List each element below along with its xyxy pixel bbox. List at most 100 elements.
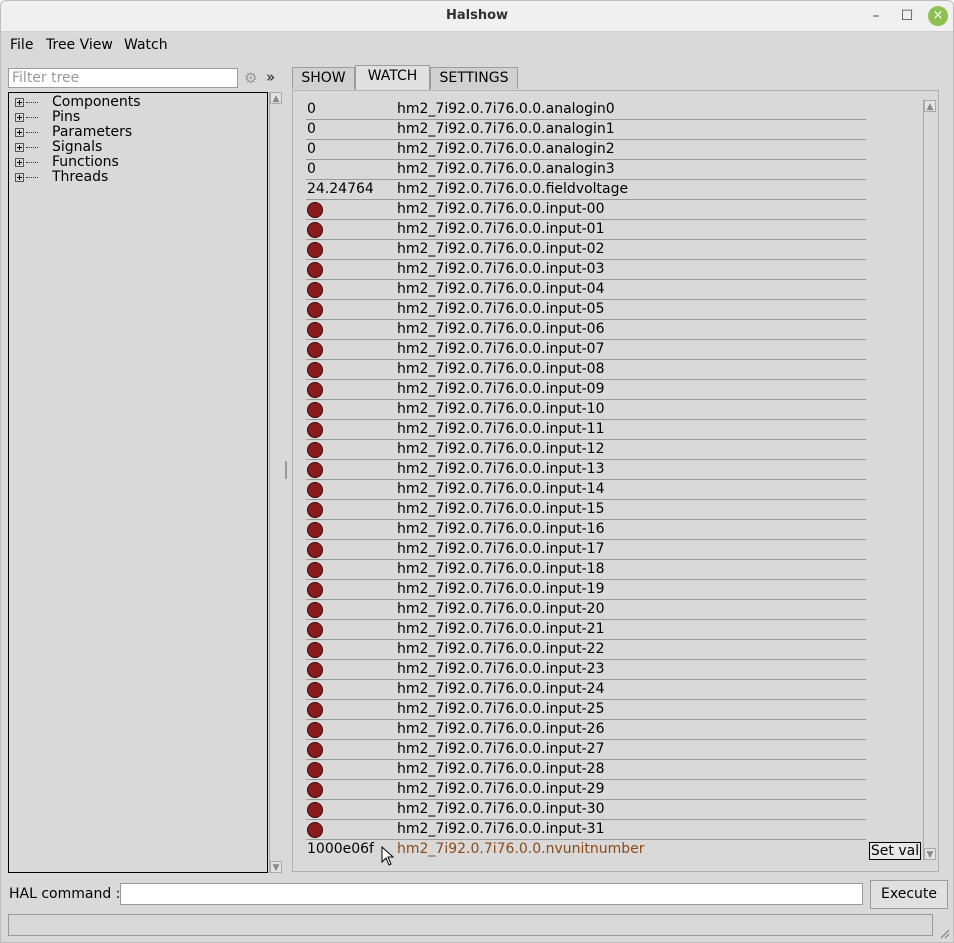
scroll-down-icon[interactable]: ▼ bbox=[270, 861, 282, 873]
watch-row[interactable]: hm2_7i92.0.7i76.0.0.input-24 bbox=[306, 680, 866, 700]
led-indicator-icon bbox=[307, 722, 323, 738]
tree-item-signals[interactable]: Signals bbox=[15, 140, 102, 155]
watch-row[interactable]: hm2_7i92.0.7i76.0.0.input-23 bbox=[306, 660, 866, 680]
watch-pin-name: hm2_7i92.0.7i76.0.0.input-29 bbox=[397, 781, 605, 797]
tree-item-components[interactable]: Components bbox=[15, 95, 141, 110]
watch-row[interactable]: hm2_7i92.0.7i76.0.0.input-22 bbox=[306, 640, 866, 660]
tab-watch[interactable]: WATCH bbox=[355, 65, 430, 90]
watch-row[interactable]: 0 hm2_7i92.0.7i76.0.0.analogin2 bbox=[306, 140, 866, 160]
watch-row[interactable]: hm2_7i92.0.7i76.0.0.input-13 bbox=[306, 460, 866, 480]
watch-row[interactable]: hm2_7i92.0.7i76.0.0.input-00 bbox=[306, 200, 866, 220]
watch-row[interactable]: hm2_7i92.0.7i76.0.0.input-30 bbox=[306, 800, 866, 820]
expand-icon[interactable] bbox=[15, 157, 24, 167]
watch-row[interactable]: hm2_7i92.0.7i76.0.0.input-12 bbox=[306, 440, 866, 460]
halshow-window: Halshow – ☐ × File Tree View Watch Filte… bbox=[0, 0, 954, 943]
scroll-up-icon[interactable]: ▲ bbox=[924, 100, 936, 112]
maximize-icon[interactable]: ☐ bbox=[897, 6, 917, 26]
led-indicator-icon bbox=[307, 422, 323, 438]
watch-row[interactable]: hm2_7i92.0.7i76.0.0.input-09 bbox=[306, 380, 866, 400]
watch-row[interactable]: hm2_7i92.0.7i76.0.0.input-19 bbox=[306, 580, 866, 600]
minimize-icon[interactable]: – bbox=[866, 6, 886, 26]
window-title: Halshow bbox=[445, 8, 509, 23]
led-indicator-icon bbox=[307, 582, 323, 598]
menu-tree-view[interactable]: Tree View bbox=[46, 37, 113, 53]
tab-show[interactable]: SHOW bbox=[292, 67, 355, 89]
resize-grip-icon[interactable] bbox=[938, 927, 950, 939]
watch-row[interactable]: hm2_7i92.0.7i76.0.0.input-01 bbox=[306, 220, 866, 240]
watch-pin-name: hm2_7i92.0.7i76.0.0.input-19 bbox=[397, 581, 605, 597]
watch-row[interactable]: hm2_7i92.0.7i76.0.0.input-18 bbox=[306, 560, 866, 580]
expand-icon[interactable] bbox=[15, 97, 24, 107]
watch-row[interactable]: hm2_7i92.0.7i76.0.0.input-04 bbox=[306, 280, 866, 300]
watch-row[interactable]: hm2_7i92.0.7i76.0.0.input-05 bbox=[306, 300, 866, 320]
watch-row[interactable]: hm2_7i92.0.7i76.0.0.input-20 bbox=[306, 600, 866, 620]
pane-splitter[interactable] bbox=[285, 461, 287, 479]
scroll-down-icon[interactable]: ▼ bbox=[924, 848, 936, 860]
watch-row[interactable]: 24.24764 hm2_7i92.0.7i76.0.0.fieldvoltage bbox=[306, 180, 866, 200]
watch-pin-name: hm2_7i92.0.7i76.0.0.input-20 bbox=[397, 601, 605, 617]
watch-row[interactable]: hm2_7i92.0.7i76.0.0.input-03 bbox=[306, 260, 866, 280]
title-bar[interactable]: Halshow – ☐ × bbox=[1, 1, 953, 32]
watch-pin-name: hm2_7i92.0.7i76.0.0.analogin2 bbox=[397, 141, 615, 157]
watch-pin-name: hm2_7i92.0.7i76.0.0.input-02 bbox=[397, 241, 605, 257]
expand-icon[interactable] bbox=[15, 127, 24, 137]
close-icon[interactable]: × bbox=[928, 6, 948, 26]
watch-row[interactable]: hm2_7i92.0.7i76.0.0.input-02 bbox=[306, 240, 866, 260]
watch-row[interactable]: hm2_7i92.0.7i76.0.0.input-14 bbox=[306, 480, 866, 500]
tree-item-functions[interactable]: Functions bbox=[15, 155, 119, 170]
tree-item-pins[interactable]: Pins bbox=[15, 110, 80, 125]
watch-pin-name: hm2_7i92.0.7i76.0.0.analogin1 bbox=[397, 121, 615, 137]
watch-row[interactable]: hm2_7i92.0.7i76.0.0.input-25 bbox=[306, 700, 866, 720]
hal-command-input[interactable] bbox=[120, 883, 863, 905]
led-indicator-icon bbox=[307, 262, 323, 278]
led-indicator-icon bbox=[307, 502, 323, 518]
menu-file[interactable]: File bbox=[10, 37, 33, 53]
watch-row[interactable]: 0 hm2_7i92.0.7i76.0.0.analogin0 bbox=[306, 100, 866, 120]
tree-item-threads[interactable]: Threads bbox=[15, 170, 108, 185]
watch-row[interactable]: hm2_7i92.0.7i76.0.0.input-29 bbox=[306, 780, 866, 800]
watch-row[interactable]: hm2_7i92.0.7i76.0.0.input-21 bbox=[306, 620, 866, 640]
watch-row[interactable]: hm2_7i92.0.7i76.0.0.input-07 bbox=[306, 340, 866, 360]
menu-watch[interactable]: Watch bbox=[124, 37, 168, 53]
watch-row[interactable]: hm2_7i92.0.7i76.0.0.input-16 bbox=[306, 520, 866, 540]
watch-value: 1000e06f bbox=[307, 841, 374, 857]
expand-panel-icon[interactable]: » bbox=[266, 68, 275, 86]
watch-row[interactable]: hm2_7i92.0.7i76.0.0.input-11 bbox=[306, 420, 866, 440]
expand-icon[interactable] bbox=[15, 142, 24, 152]
scroll-up-icon[interactable]: ▲ bbox=[270, 92, 282, 104]
tree-scrollbar[interactable]: ▲ ▼ bbox=[269, 92, 282, 873]
watch-row[interactable]: 0 hm2_7i92.0.7i76.0.0.analogin3 bbox=[306, 160, 866, 180]
watch-pin-name: hm2_7i92.0.7i76.0.0.input-06 bbox=[397, 321, 605, 337]
led-indicator-icon bbox=[307, 362, 323, 378]
watch-scrollbar[interactable]: ▲ ▼ bbox=[923, 100, 936, 860]
led-indicator-icon bbox=[307, 402, 323, 418]
watch-row[interactable]: hm2_7i92.0.7i76.0.0.input-17 bbox=[306, 540, 866, 560]
led-indicator-icon bbox=[307, 822, 323, 838]
menu-bar: File Tree View Watch bbox=[1, 32, 953, 59]
led-indicator-icon bbox=[307, 302, 323, 318]
led-indicator-icon bbox=[307, 482, 323, 498]
watch-row[interactable]: hm2_7i92.0.7i76.0.0.input-31 bbox=[306, 820, 866, 840]
led-indicator-icon bbox=[307, 702, 323, 718]
tree-item-parameters[interactable]: Parameters bbox=[15, 125, 132, 140]
filter-tree-input[interactable]: Filter tree bbox=[8, 68, 238, 88]
watch-row[interactable]: hm2_7i92.0.7i76.0.0.input-27 bbox=[306, 740, 866, 760]
hal-tree[interactable]: Components Pins Parameters Signals Funct… bbox=[8, 92, 268, 873]
gear-icon[interactable]: ⚙ bbox=[244, 69, 257, 87]
execute-button[interactable]: Execute bbox=[870, 880, 948, 909]
set-val-button[interactable]: Set val bbox=[869, 842, 921, 860]
watch-row[interactable]: hm2_7i92.0.7i76.0.0.input-28 bbox=[306, 760, 866, 780]
watch-pin-name: hm2_7i92.0.7i76.0.0.input-11 bbox=[397, 421, 605, 437]
watch-pin-name: hm2_7i92.0.7i76.0.0.analogin3 bbox=[397, 161, 615, 177]
expand-icon[interactable] bbox=[15, 172, 24, 182]
watch-row[interactable]: hm2_7i92.0.7i76.0.0.input-15 bbox=[306, 500, 866, 520]
watch-row[interactable]: hm2_7i92.0.7i76.0.0.input-26 bbox=[306, 720, 866, 740]
watch-value: 0 bbox=[307, 161, 316, 177]
watch-row[interactable]: 0 hm2_7i92.0.7i76.0.0.analogin1 bbox=[306, 120, 866, 140]
watch-row[interactable]: hm2_7i92.0.7i76.0.0.input-10 bbox=[306, 400, 866, 420]
expand-icon[interactable] bbox=[15, 112, 24, 122]
watch-pin-name: hm2_7i92.0.7i76.0.0.fieldvoltage bbox=[397, 181, 629, 197]
watch-row[interactable]: hm2_7i92.0.7i76.0.0.input-06 bbox=[306, 320, 866, 340]
tab-settings[interactable]: SETTINGS bbox=[430, 67, 518, 89]
watch-row[interactable]: hm2_7i92.0.7i76.0.0.input-08 bbox=[306, 360, 866, 380]
